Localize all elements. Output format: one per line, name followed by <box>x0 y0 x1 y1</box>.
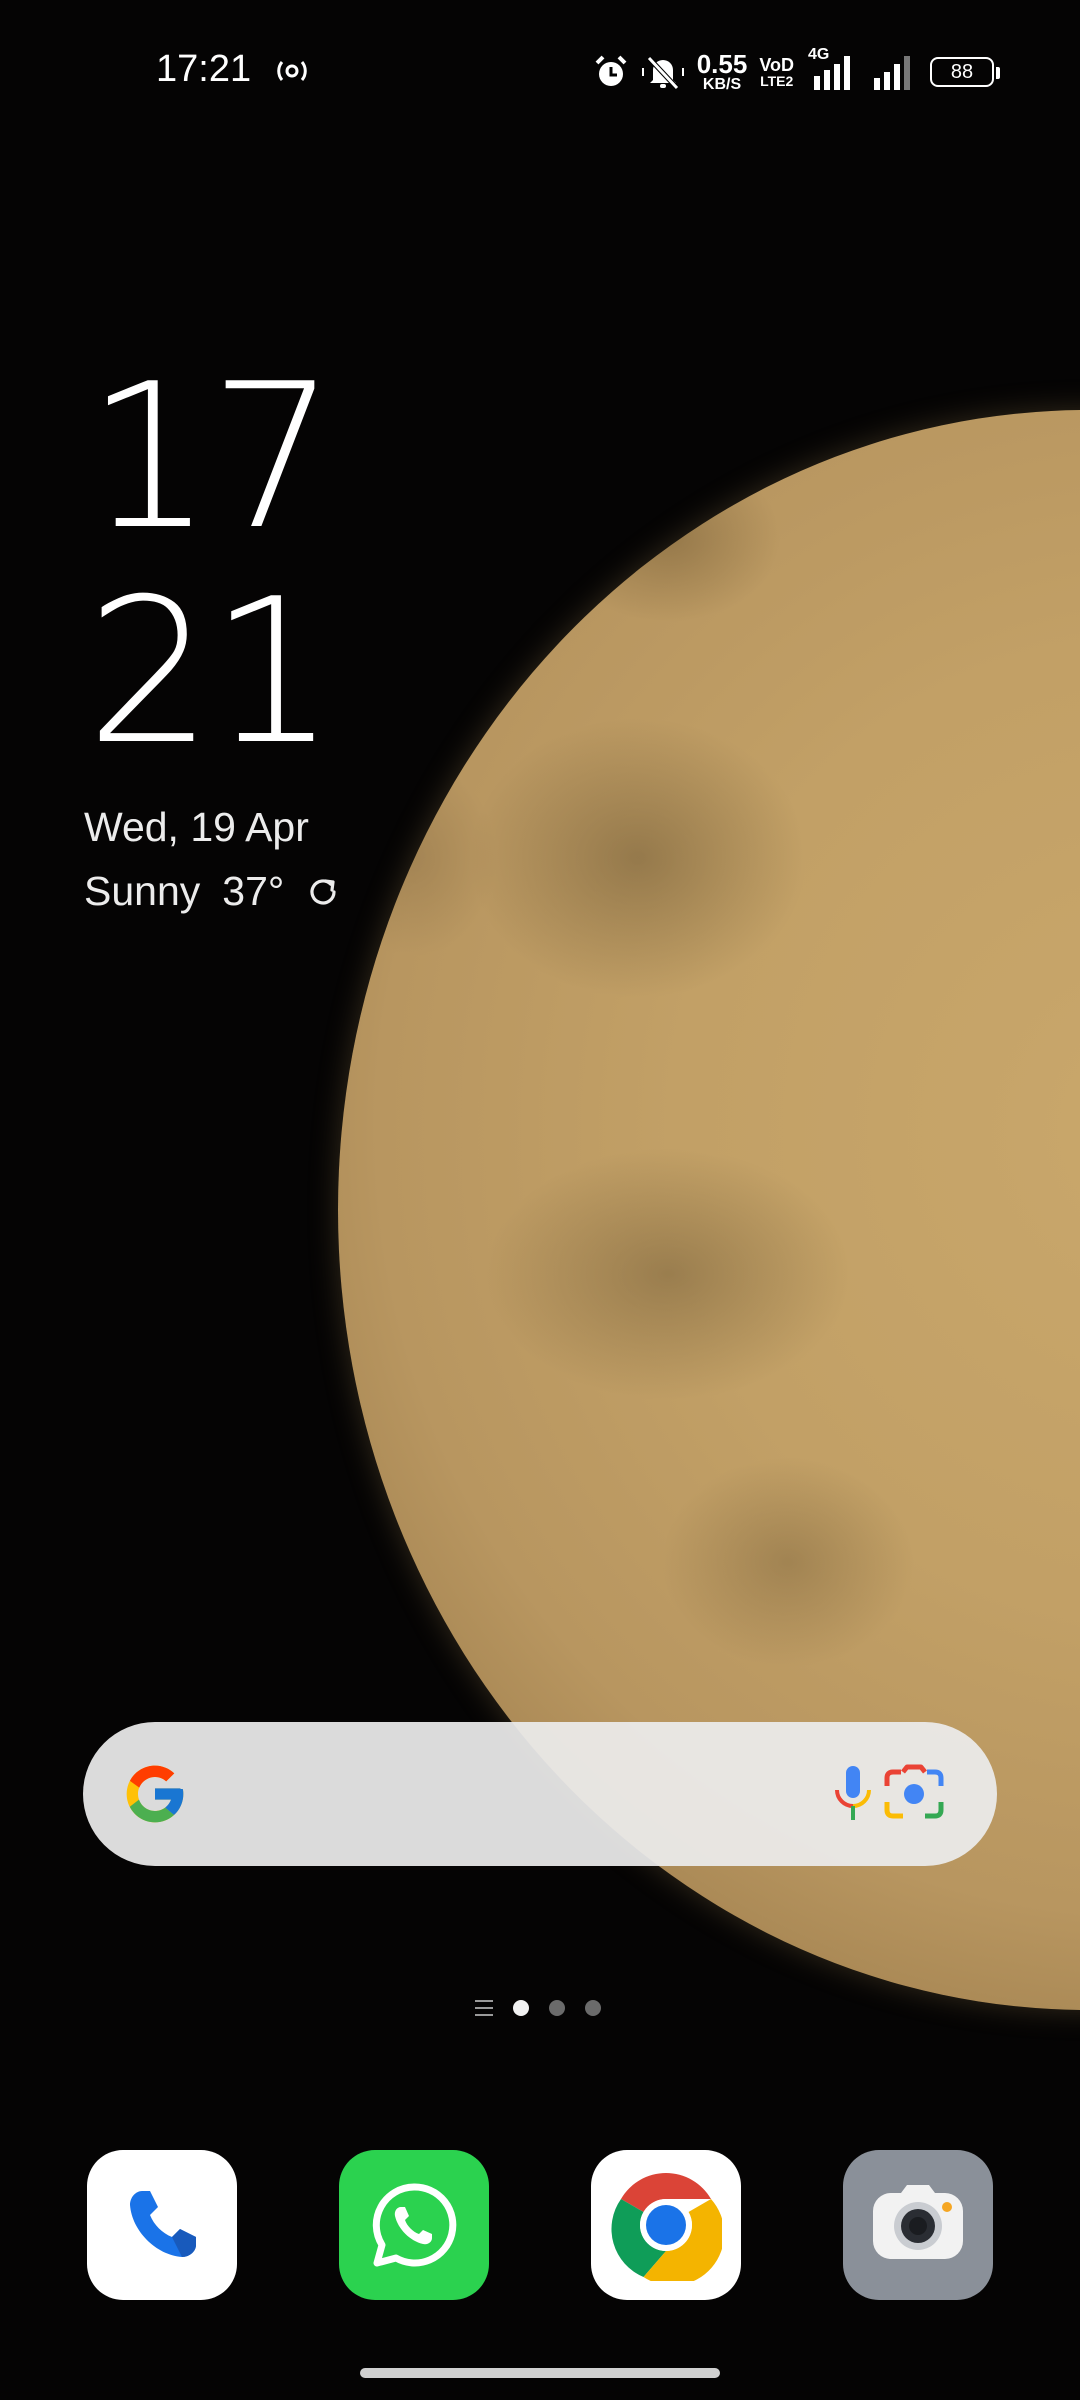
network-speed: 0.55 KB/S <box>697 51 748 93</box>
whatsapp-icon <box>372 2183 457 2267</box>
network-speed-unit: KB/S <box>702 76 742 93</box>
volte-bottom-label: LTE2 <box>760 73 794 89</box>
alarm-icon <box>595 55 627 86</box>
network-speed-value: 0.55 <box>696 49 748 79</box>
page-dot-3[interactable] <box>585 2000 601 2016</box>
chrome-icon <box>611 2173 722 2281</box>
weather-temperature: 37° <box>222 868 285 914</box>
network-type-label: 4G <box>808 46 830 63</box>
page-dot-2[interactable] <box>549 2000 565 2016</box>
whatsapp-app[interactable] <box>339 2150 489 2300</box>
mute-icon <box>641 56 684 90</box>
google-search-bar[interactable] <box>83 1722 997 1866</box>
status-icons: 0.55 KB/S VoD LTE2 4G 88 <box>593 46 1000 96</box>
phone-app[interactable] <box>87 2150 237 2300</box>
status-time: 17:21 <box>156 48 252 90</box>
page-dot-1[interactable] <box>513 2000 529 2016</box>
camera-app[interactable] <box>843 2150 993 2300</box>
google-lens-icon[interactable] <box>881 1764 947 1824</box>
clock-minute: 21 <box>86 556 336 789</box>
clock-hour: 17 <box>86 341 336 574</box>
refresh-icon[interactable] <box>306 875 340 909</box>
gesture-navigation-bar[interactable] <box>360 2368 720 2378</box>
battery-level: 88 <box>950 60 974 83</box>
battery-indicator: 88 <box>930 57 1000 87</box>
app-list-indicator-icon[interactable] <box>475 2000 493 2016</box>
phone-icon <box>130 2191 196 2257</box>
chrome-app[interactable] <box>591 2150 741 2300</box>
status-bar: 17:21 0.55 KB/S VoD LTE2 4G 88 <box>0 0 1080 140</box>
volte-top-label: VoD <box>759 55 794 75</box>
volte-indicator: VoD LTE2 <box>759 56 794 88</box>
page-indicator[interactable] <box>475 2000 601 2016</box>
signal-icon-sim2 <box>874 56 910 90</box>
google-logo-icon <box>126 1765 184 1823</box>
microphone-icon[interactable] <box>823 1762 883 1826</box>
weather-condition: Sunny <box>84 868 201 914</box>
camera-icon <box>873 2185 963 2259</box>
weather-widget[interactable]: Sunny 37° <box>84 868 340 915</box>
hotspot-icon <box>277 61 307 81</box>
signal-4g: 4G <box>806 46 858 92</box>
date-text[interactable]: Wed, 19 Apr <box>84 804 309 851</box>
clock-widget[interactable]: 17 21 <box>86 341 336 789</box>
